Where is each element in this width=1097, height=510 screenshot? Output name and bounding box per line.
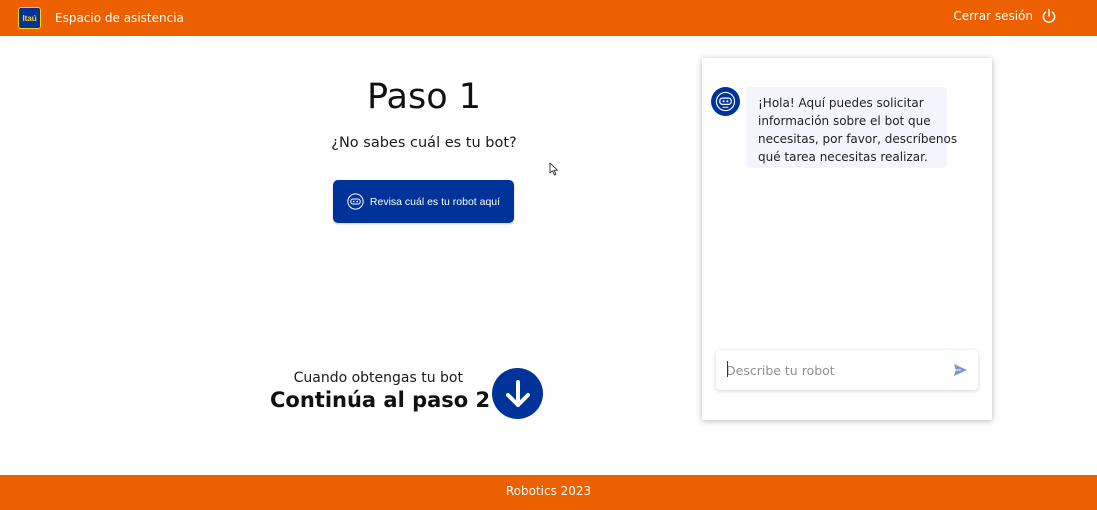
bot-message-line: necesitas, por favor, descríbenos [758,132,958,146]
logout-label: Cerrar sesión [953,9,1033,23]
top-bar: Itaú Espacio de asistencia Cerrar sesión [0,0,1097,36]
bot-message-line: información sobre el bot que [758,114,931,128]
next-step-subtitle: Cuando obtengas tu bot [293,370,463,386]
footer-text: Robotics 2023 [505,484,592,498]
send-icon[interactable] [953,363,968,377]
bot-avatar [711,87,740,116]
power-icon [1042,8,1056,23]
footer: Robotics 2023 [0,475,1097,510]
app-title: Espacio de asistencia [55,11,184,25]
step-title: Paso 1 [366,77,482,117]
robot-icon [347,193,364,210]
chat-input-box [716,350,978,390]
text-caret [727,361,728,377]
bot-message-line: ¡Hola! Aquí puedes solicitar [758,96,924,110]
chat-panel: ¡Hola! Aquí puedes solicitar información… [702,58,992,420]
logout-button[interactable]: Cerrar sesión [953,8,1057,24]
bot-message-bubble: ¡Hola! Aquí puedes solicitar información… [746,87,958,168]
check-robot-button-label: Revisa cuál es tu robot aquí [369,195,501,208]
mouse-cursor-icon [549,162,558,176]
next-step-block: Cuando obtengas tu bot Continúa al paso … [270,370,491,412]
next-step-button[interactable] [492,368,543,419]
next-step-title: Continúa al paso 2 [270,388,491,412]
itau-logo: Itaú [18,7,41,29]
robot-icon [715,91,736,112]
arrow-down-icon [505,379,530,407]
chat-input[interactable] [726,359,941,381]
bot-message-line: qué tarea necesitas realizar. [758,150,928,164]
step-subtitle: ¿No sabes cuál es tu bot? [331,135,517,151]
check-robot-button[interactable]: Revisa cuál es tu robot aquí [333,180,514,223]
